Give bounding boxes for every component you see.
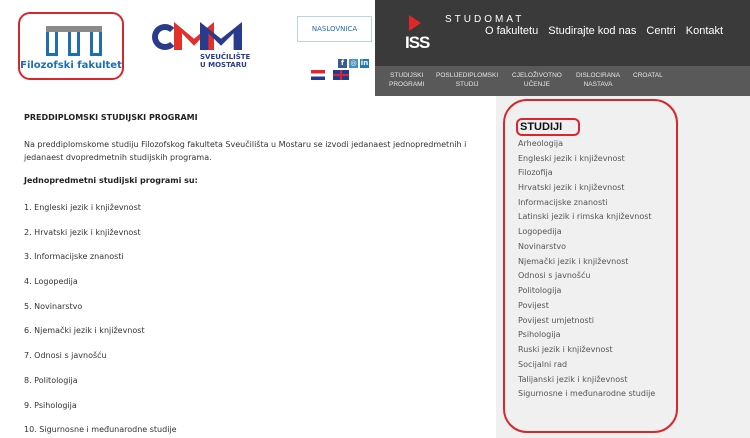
list-item: 7. Odnosi s javnošću <box>24 351 107 360</box>
subnav-studijski-programi[interactable]: STUDIJSKI PROGRAMI <box>389 71 424 89</box>
subnav-dislocirana-nastava[interactable]: DISLOCIRANA NASTAVA <box>576 71 620 89</box>
page-title: PREDDIPLOMSKI STUDIJSKI PROGRAMI <box>24 113 198 122</box>
faculty-logo-icon <box>46 26 102 56</box>
faculty-logo-text: Filozofski fakultet <box>20 60 122 71</box>
sidebar-item-povijest-umjetnosti[interactable]: Povijest umjetnosti <box>518 316 594 325</box>
list-item: 6. Njemački jezik i književnost <box>24 326 145 335</box>
university-logo-line1: SVEUČILIŠTE <box>200 53 251 61</box>
sidebar-item-psihologija[interactable]: Psihologija <box>518 330 561 339</box>
sidebar-item-odnosi[interactable]: Odnosi s javnošću <box>518 271 590 280</box>
iss-logo[interactable]: ISS <box>405 15 437 53</box>
sidebar-item-informacijske[interactable]: Informacijske znanosti <box>518 198 607 207</box>
english-flag-icon[interactable] <box>333 70 349 80</box>
university-logo-line2: U MOSTARU <box>200 61 247 69</box>
faculty-logo[interactable]: Filozofski fakultet <box>18 12 124 80</box>
sidebar-item-novinarstvo[interactable]: Novinarstvo <box>518 242 566 251</box>
facebook-icon[interactable]: f <box>338 59 347 68</box>
iss-logo-text: ISS <box>405 33 430 52</box>
sidebar-item-arheologija[interactable]: Arheologija <box>518 139 563 148</box>
list-item: 2. Hrvatski jezik i književnost <box>24 228 141 237</box>
page: Filozofski fakultet SVEUČILIŠTE U MOSTAR… <box>0 0 750 438</box>
sidebar-item-njemacki[interactable]: Njemački jezik i književnost <box>518 257 628 266</box>
nav-o-fakultetu[interactable]: O fakultetu <box>485 25 538 37</box>
sidebar-title: STUDIJI <box>516 118 580 136</box>
sub-nav: STUDIJSKI PROGRAMI POSLIJEDIPLOMSKI STUD… <box>375 66 750 96</box>
nav-centri[interactable]: Centri <box>646 25 675 37</box>
sidebar-item-engleski[interactable]: Engleski jezik i književnost <box>518 154 625 163</box>
subnav-cjelozivotno-ucenje[interactable]: CJELOŽIVOTNO UČENJE <box>512 71 562 89</box>
instagram-icon[interactable]: ◎ <box>349 59 358 68</box>
sidebar-item-povijest[interactable]: Povijest <box>518 301 549 310</box>
programs-subtitle: Jednopredmetni studijski programi su: <box>24 176 198 185</box>
sidebar-item-latinski[interactable]: Latinski jezik i rimska književnost <box>518 212 652 221</box>
site-header: Filozofski fakultet SVEUČILIŠTE U MOSTAR… <box>0 0 750 96</box>
list-item: 10. Sigurnosne i međunarodne studije <box>24 425 177 434</box>
list-item: 5. Novinarstvo <box>24 302 83 311</box>
list-item: 9. Psihologija <box>24 401 77 410</box>
subnav-poslijediplomski-studij[interactable]: POSLIJEDIPLOMSKI STUDIJ <box>436 71 498 89</box>
nav-studirajte-kod-nas[interactable]: Studirajte kod nas <box>548 25 636 37</box>
subnav-croatal[interactable]: CROATAL <box>633 71 663 80</box>
home-button[interactable]: NASLOVNICA <box>297 16 372 42</box>
nav-kontakt[interactable]: Kontakt <box>686 25 723 37</box>
main-content: PREDDIPLOMSKI STUDIJSKI PROGRAMI Na pred… <box>24 113 484 185</box>
sidebar-item-socijalni-rad[interactable]: Socijalni rad <box>518 360 567 369</box>
university-logo[interactable]: SVEUČILIŠTE U MOSTARU <box>152 20 262 76</box>
sidebar-item-filozofija[interactable]: Filozofija <box>518 168 553 177</box>
sidebar-item-ruski[interactable]: Ruski jezik i književnost <box>518 345 613 354</box>
intro-text: Na preddiplomskome studiju Filozofskog f… <box>24 140 467 162</box>
list-item: 3. Informacijske znanosti <box>24 252 124 261</box>
sidebar-item-hrvatski[interactable]: Hrvatski jezik i književnost <box>518 183 624 192</box>
list-item: 8. Politologija <box>24 376 78 385</box>
list-item: 4. Logopedija <box>24 277 78 286</box>
sidebar-item-sigurnosne[interactable]: Sigurnosne i međunarodne studije <box>518 389 655 398</box>
play-triangle-icon <box>409 15 421 31</box>
sidebar-item-talijanski[interactable]: Talijanski jezik i književnost <box>518 375 627 384</box>
studomat-logo[interactable]: STUDOMAT <box>445 14 521 25</box>
linkedin-icon[interactable]: in <box>360 59 369 68</box>
top-nav: O fakultetu Studirajte kod nas Centri Ko… <box>485 25 730 37</box>
list-item: 1. Engleski jezik i književnost <box>24 203 141 212</box>
sidebar-item-politologija[interactable]: Politologija <box>518 286 561 295</box>
social-links: f ◎ in <box>338 50 371 68</box>
sidebar-item-logopedija[interactable]: Logopedija <box>518 227 562 236</box>
croatian-flag-icon[interactable] <box>311 70 325 80</box>
university-logo-m-icon-2 <box>200 22 242 50</box>
